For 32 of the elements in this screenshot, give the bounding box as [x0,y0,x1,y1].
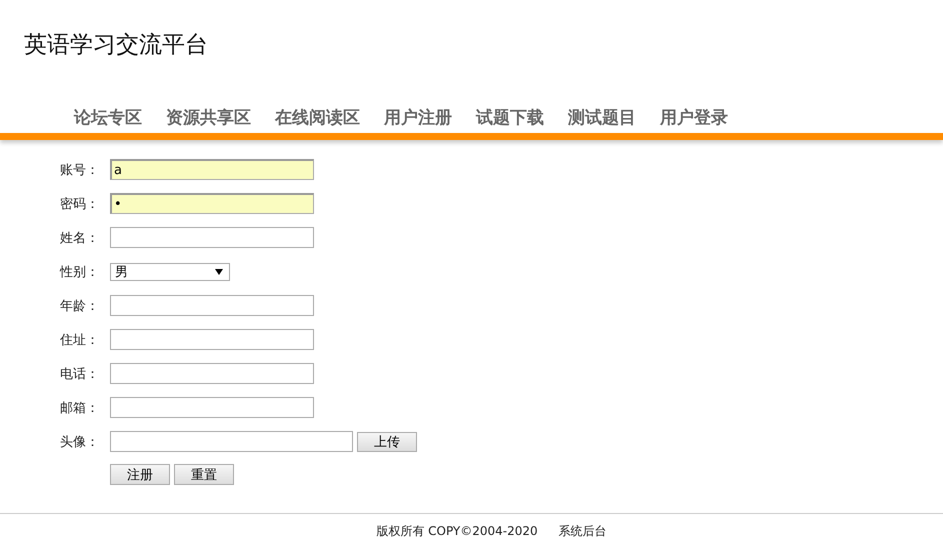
admin-link[interactable]: 系统后台 [558,523,607,540]
field-label: 邮箱： [60,400,100,416]
nav-link[interactable]: 在线阅读区 [275,106,360,133]
nav-link[interactable]: 资源共享区 [166,106,251,133]
file-path-field[interactable] [110,431,353,452]
field-label: 性别： [60,264,100,280]
field-label: 密码： [60,196,100,212]
form-button[interactable]: 注册 [110,464,170,485]
form-button[interactable]: 重置 [174,464,234,485]
input-field[interactable] [110,397,314,418]
nav-link[interactable]: 论坛专区 [74,106,142,133]
nav-link[interactable]: 测试题目 [568,106,636,133]
site-title: 英语学习交流平台 [23,31,209,59]
dropdown-arrow-icon [215,268,223,274]
input-field[interactable] [110,363,314,384]
upload-button[interactable]: 上传 [357,432,417,452]
input-field[interactable] [110,227,314,248]
field-label: 头像： [60,434,100,450]
gender-select[interactable]: 男 [110,262,230,280]
copyright-text: 版权所有 COPY©2004-2020 [376,523,538,540]
field-label: 账号： [60,162,100,178]
nav-link[interactable]: 用户注册 [384,106,452,133]
nav-link[interactable]: 用户登录 [660,106,728,133]
field-label: 电话： [60,366,100,382]
field-label: 姓名： [60,230,100,246]
input-field[interactable]: a [110,159,314,180]
nav-link[interactable]: 试题下载 [476,106,544,133]
field-label: 年龄： [60,298,100,314]
input-field[interactable] [110,295,314,316]
input-field[interactable] [110,329,314,350]
field-label: 住址： [60,332,100,348]
input-field[interactable]: • [110,193,314,214]
